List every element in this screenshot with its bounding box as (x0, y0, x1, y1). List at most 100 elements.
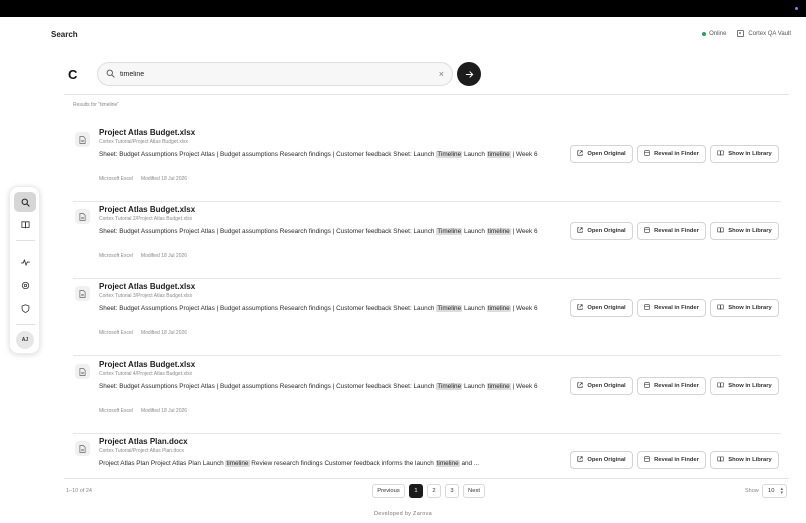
vault-name[interactable]: Cortex QA Vault (748, 31, 791, 37)
reveal-in-finder-button[interactable]: Reveal in Finder (637, 299, 706, 317)
open-original-button[interactable]: Open Original (570, 145, 633, 163)
show-in-library-button[interactable]: Show in Library (710, 222, 779, 240)
result-path: Cortex Tutorial/Project Atlas Budget.xls… (99, 139, 188, 145)
reveal-in-finder-button[interactable]: Reveal in Finder (637, 222, 706, 240)
result-title[interactable]: Project Atlas Budget.xlsx (99, 128, 195, 137)
document-icon (75, 364, 90, 379)
sidebar-item-search[interactable] (14, 192, 36, 212)
result-item[interactable]: Project Atlas Budget.xlsx Cortex Tutorial… (73, 202, 781, 279)
snippet-text: | Week 6 (510, 151, 538, 158)
page-size-value: 10 (768, 488, 775, 494)
reveal-in-finder-label: Reveal in Finder (654, 228, 699, 234)
open-original-button[interactable]: Open Original (570, 451, 633, 469)
snippet-text: Sheet: Budget Assumptions Project Atlas … (99, 151, 437, 158)
next-page-button[interactable]: Next (463, 484, 485, 498)
snippet-text: Sheet: Budget Assumptions Project Atlas … (99, 228, 437, 235)
show-in-library-button[interactable]: Show in Library (710, 451, 779, 469)
reveal-in-finder-label: Reveal in Finder (654, 305, 699, 311)
result-title[interactable]: Project Atlas Plan.docx (99, 437, 188, 446)
show-in-library-button[interactable]: Show in Library (710, 299, 779, 317)
previous-page-button[interactable]: Previous (372, 484, 405, 498)
search-bar[interactable]: × (97, 62, 453, 86)
show-in-library-label: Show in Library (728, 457, 772, 463)
show-in-library-button[interactable]: Show in Library (710, 145, 779, 163)
sidebar: AJ (9, 186, 40, 354)
reveal-in-finder-button[interactable]: Reveal in Finder (637, 377, 706, 395)
page-button[interactable]: 1 (409, 484, 423, 498)
reveal-in-finder-button[interactable]: Reveal in Finder (637, 145, 706, 163)
avatar[interactable]: AJ (16, 331, 34, 349)
show-in-library-button[interactable]: Show in Library (710, 377, 779, 395)
snippet-text: Sheet: Budget Assumptions Project Atlas … (99, 305, 437, 312)
page-size-label: Show (745, 488, 759, 494)
search-submit-button[interactable] (457, 62, 481, 86)
arrow-right-icon (465, 70, 473, 78)
snippet-text: | Week 6 (510, 383, 538, 390)
finder-icon (644, 304, 654, 312)
sidebar-item-activity[interactable] (14, 252, 36, 272)
settings-icon (21, 281, 29, 289)
result-app: Microsoft Excel (99, 253, 133, 259)
result-item[interactable]: Project Atlas Plan.docx Cortex Tutorial/P… (73, 434, 781, 511)
result-snippet: Sheet: Budget Assumptions Project Atlas … (99, 304, 565, 313)
result-path: Cortex Tutorial 4/Project Atlas Budget.x… (99, 371, 193, 377)
result-title[interactable]: Project Atlas Budget.xlsx (99, 205, 195, 214)
snippet-text: Sheet: Budget Assumptions Project Atlas … (99, 383, 437, 390)
book-icon (20, 220, 30, 228)
reveal-in-finder-button[interactable]: Reveal in Finder (637, 451, 706, 469)
open-original-label: Open Original (587, 151, 626, 157)
highlighted-term: Timeline (436, 383, 463, 390)
results-count: 1–10 of 24 (66, 488, 92, 494)
sidebar-item-settings[interactable] (14, 275, 36, 295)
result-meta: Microsoft Excel Modified 18 Jul 2026 (99, 330, 187, 336)
vault-icon (737, 30, 745, 37)
result-snippet: Project Atlas Plan Project Atlas Plan La… (99, 459, 565, 468)
page-button[interactable]: 3 (445, 484, 459, 498)
result-path: Cortex Tutorial 3/Project Atlas Budget.x… (99, 293, 193, 299)
result-actions: Open Original Reveal in Finder Show in Lib… (570, 377, 779, 395)
external-link-icon (577, 227, 587, 235)
open-original-button[interactable]: Open Original (570, 377, 633, 395)
snippet-text: and ... (459, 460, 480, 467)
snippet-text: Project Atlas Plan Project Atlas Plan La… (99, 460, 226, 467)
result-item[interactable]: Project Atlas Budget.xlsx Cortex Tutorial… (73, 357, 781, 434)
open-original-button[interactable]: Open Original (570, 299, 633, 317)
document-icon (75, 132, 90, 147)
show-in-library-label: Show in Library (728, 228, 772, 234)
open-original-label: Open Original (587, 228, 626, 234)
snippet-text: Launch (462, 151, 487, 158)
result-actions: Open Original Reveal in Finder Show in Lib… (570, 451, 779, 469)
clear-search-icon[interactable]: × (439, 68, 444, 80)
show-in-library-label: Show in Library (728, 383, 772, 389)
snippet-text: | Week 6 (510, 228, 538, 235)
result-title[interactable]: Project Atlas Budget.xlsx (99, 360, 195, 369)
result-item[interactable]: Project Atlas Budget.xlsx Cortex Tutorial… (73, 125, 781, 202)
finder-icon (644, 456, 654, 464)
window-indicator-dot (795, 7, 798, 10)
shield-icon (21, 303, 29, 313)
open-original-button[interactable]: Open Original (570, 222, 633, 240)
highlighted-term: timeline (486, 228, 511, 235)
page-button[interactable]: 2 (427, 484, 441, 498)
highlighted-term: timeline (486, 305, 511, 312)
show-in-library-label: Show in Library (728, 305, 772, 311)
online-status-label: Online (709, 30, 727, 37)
search-input[interactable] (120, 68, 420, 81)
snippet-text: Launch (462, 305, 487, 312)
document-icon (75, 286, 90, 301)
highlighted-term: Timeline (436, 305, 463, 312)
reveal-in-finder-label: Reveal in Finder (654, 151, 699, 157)
result-item[interactable]: Project Atlas Budget.xlsx Cortex Tutorial… (73, 279, 781, 356)
reveal-in-finder-label: Reveal in Finder (654, 383, 699, 389)
sidebar-item-library[interactable] (14, 214, 36, 234)
result-modified: Modified 18 Jul 2026 (140, 330, 188, 336)
result-title[interactable]: Project Atlas Budget.xlsx (99, 282, 195, 291)
result-meta: Microsoft Excel Modified 18 Jul 2026 (99, 408, 187, 414)
snippet-text: Launch (462, 228, 487, 235)
open-original-label: Open Original (587, 305, 626, 311)
results-summary: Results for "timeline" (73, 102, 120, 108)
page-size-select[interactable]: 10 ▴ ▾ (762, 484, 787, 498)
pagination: Previous 1 2 3 Next (372, 484, 485, 498)
online-status-dot (702, 31, 707, 36)
sidebar-item-security[interactable] (14, 298, 36, 318)
